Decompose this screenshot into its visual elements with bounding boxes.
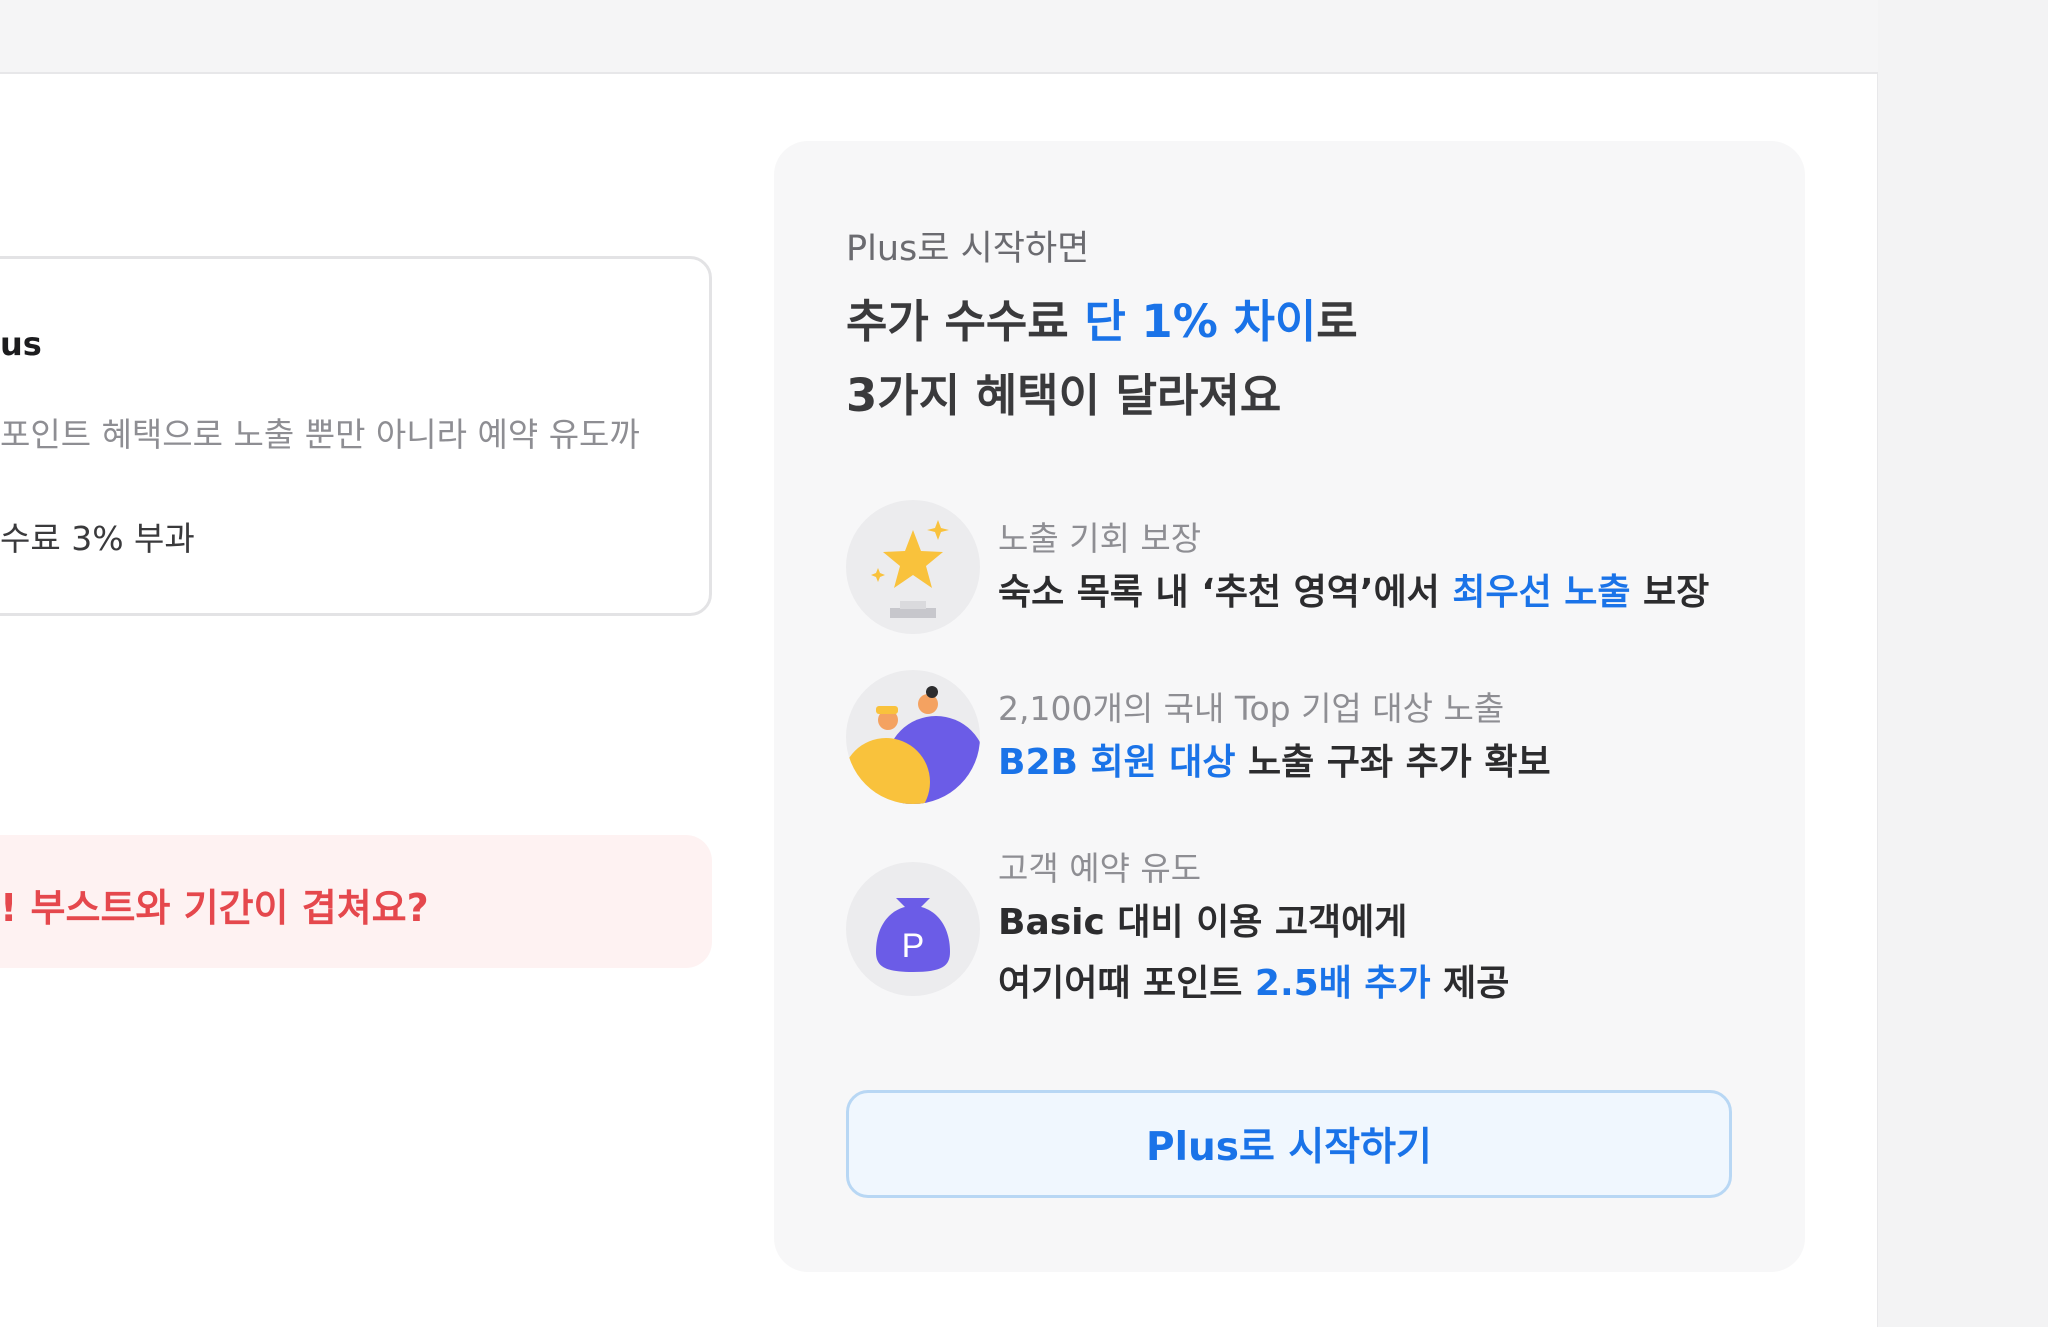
benefit-b2b-desc: B2B 회원 대상 노출 구좌 추가 확보 bbox=[998, 733, 1551, 793]
pouch-letter: P bbox=[902, 927, 925, 965]
benefit-booking-label: 고객 예약 유도 bbox=[998, 849, 1202, 888]
start-plus-button[interactable]: Plus로 시작하기 bbox=[846, 1090, 1732, 1198]
plan-name: us bbox=[0, 325, 42, 363]
benefit-booking-desc-prefix: 여기어때 포인트 bbox=[998, 963, 1255, 1004]
benefit-booking-desc-line1: Basic 대비 이용 고객에게 bbox=[998, 902, 1408, 943]
benefit-b2b-desc-highlight: B2B 회원 대상 bbox=[998, 742, 1236, 783]
benefit-booking-desc-suffix: 제공 bbox=[1430, 963, 1510, 1004]
app-window: us 포인트 혜택으로 노출 뿐만 아니라 예약 유도까 수료 3% 부과 ! … bbox=[0, 0, 1878, 1327]
benefit-exposure-desc: 숙소 목록 내 ‘추천 영역’에서 최우선 노출 보장 bbox=[998, 563, 1709, 623]
benefit-b2b-desc-suffix: 노출 구좌 추가 확보 bbox=[1235, 742, 1551, 783]
top-bar bbox=[0, 0, 1878, 74]
panel-subtitle: Plus로 시작하면 bbox=[846, 229, 1090, 269]
point-pouch-icon: P bbox=[846, 862, 980, 996]
headline-line2: 3가지 혜택이 달라져요 bbox=[846, 369, 1282, 422]
plan-description: 포인트 혜택으로 노출 뿐만 아니라 예약 유도까 bbox=[0, 415, 640, 454]
benefit-b2b-label: 2,100개의 국내 Top 기업 대상 노출 bbox=[998, 689, 1505, 728]
benefit-booking-desc-highlight: 2.5배 추가 bbox=[1254, 963, 1431, 1004]
panel-headline: 추가 수수료 단 1% 차이로 3가지 혜택이 달라져요 bbox=[846, 285, 1358, 433]
warning-text: ! 부스트와 기간이 겹쳐요? bbox=[0, 886, 429, 930]
benefit-booking-desc-line2: 여기어때 포인트 2.5배 추가 제공 bbox=[998, 954, 1509, 1014]
benefit-exposure-desc-prefix: 숙소 목록 내 ‘추천 영역’에서 bbox=[998, 572, 1453, 613]
people-icon bbox=[846, 670, 980, 804]
benefit-exposure-label: 노출 기회 보장 bbox=[998, 519, 1202, 558]
star-trophy-icon bbox=[846, 500, 980, 634]
benefit-exposure-desc-suffix: 보장 bbox=[1630, 572, 1710, 613]
headline-highlight: 단 1% 차이 bbox=[1084, 295, 1317, 348]
benefit-exposure-desc-highlight: 최우선 노출 bbox=[1452, 572, 1631, 613]
headline-prefix: 추가 수수료 bbox=[846, 295, 1085, 348]
background-gutter bbox=[1878, 0, 2048, 1327]
plan-fee: 수료 3% 부과 bbox=[0, 519, 195, 558]
headline-suffix: 로 bbox=[1316, 295, 1358, 348]
